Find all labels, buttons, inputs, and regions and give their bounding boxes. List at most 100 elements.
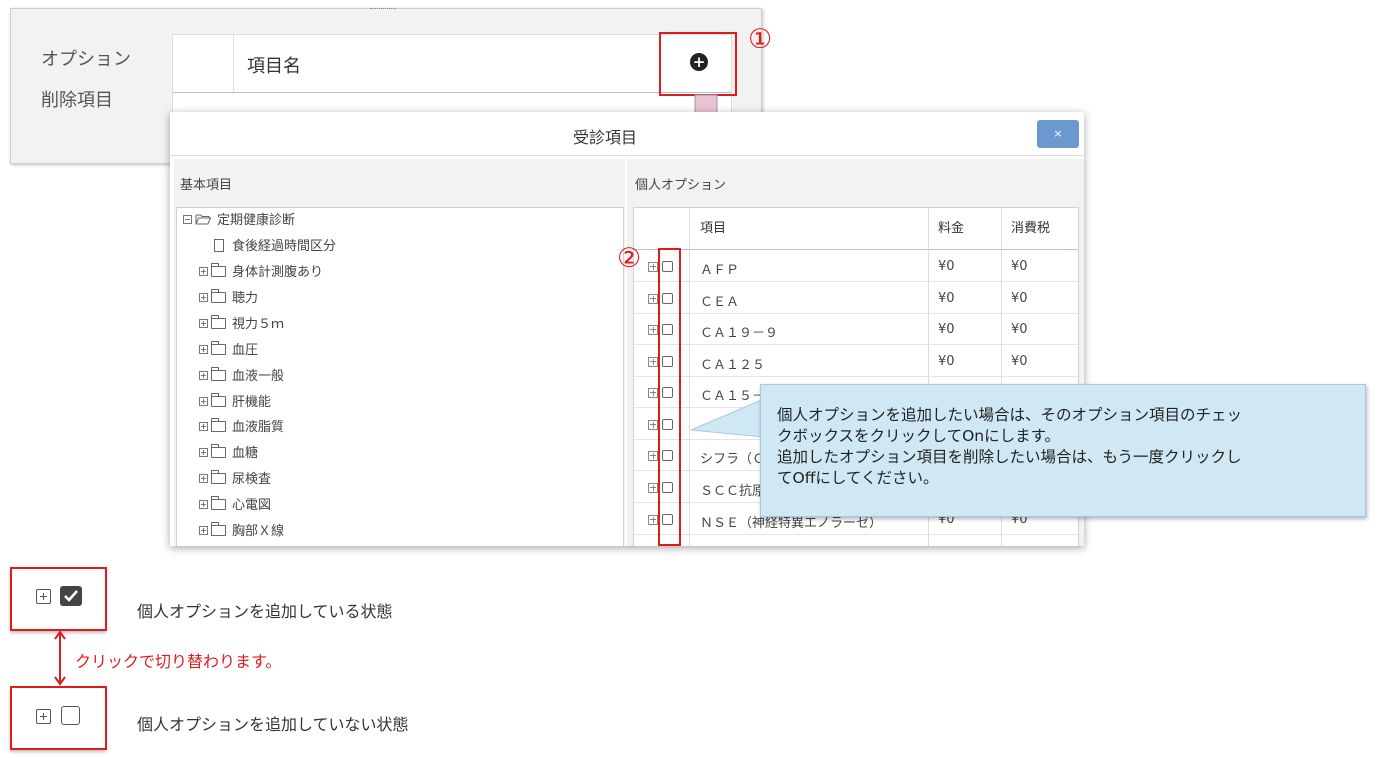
help-callout: 個人オプションを追加したい場合は、そのオプション項目のチェッ クボックスをクリッ… — [760, 384, 1366, 517]
option-fee: ¥0 — [938, 259, 955, 274]
expand-icon[interactable] — [199, 397, 208, 406]
annotation-box-2 — [658, 248, 681, 546]
callout-join — [761, 405, 763, 433]
option-item: ＡＦＰ — [700, 263, 740, 278]
folder-icon — [211, 263, 226, 277]
option-item: ＣＡ１９－９ — [700, 326, 779, 341]
folder-icon — [211, 393, 226, 407]
help-callout-text: 個人オプションを追加したい場合は、そのオプション項目のチェッ クボックスをクリッ… — [777, 405, 1352, 489]
unchecked-state-label: 個人オプションを追加していない状態 — [137, 715, 409, 734]
annotation-box-1 — [659, 32, 737, 96]
tree-node[interactable]: 身体計測腹あり — [199, 263, 323, 283]
option-item: ＣＥＡ — [700, 295, 740, 310]
option-item: ＣＡ１２５ — [700, 358, 766, 373]
tree-node[interactable]: 食後経過時間区分 — [214, 237, 336, 257]
expand-icon[interactable] — [199, 319, 208, 328]
tree-node-label: 定期健康診断 — [217, 213, 296, 228]
tree-node-label: 尿検査 — [232, 472, 272, 487]
table-header-divider — [173, 92, 731, 93]
help-text-line: てOffにしてください。 — [777, 469, 939, 487]
folder-icon — [211, 470, 226, 484]
option-tax: ¥0 — [1011, 354, 1028, 369]
close-icon: × — [1053, 127, 1063, 140]
annotation-box-checked — [10, 567, 107, 631]
table-row: ＣＡ１２５ ¥0 ¥0 — [634, 346, 1078, 377]
basic-items-label: 基本項目 — [180, 178, 233, 193]
option-tax: ¥0 — [1011, 291, 1028, 306]
expand-icon[interactable] — [199, 345, 208, 354]
callout-pointer — [690, 398, 764, 438]
help-text-line: クボックスをクリックしてOnにします。 — [777, 427, 1061, 445]
tree-node[interactable]: 聴力 — [199, 289, 258, 309]
collapse-icon[interactable] — [183, 215, 192, 224]
folder-icon — [211, 341, 226, 355]
expand-icon[interactable] — [199, 474, 208, 483]
expand-icon[interactable] — [199, 293, 208, 302]
double-arrow-icon — [54, 630, 66, 686]
dialog-title: 受診項目 — [572, 128, 637, 147]
tree-node[interactable]: 胸部Ｘ線 — [199, 522, 284, 542]
expand-icon[interactable] — [648, 325, 658, 335]
tree-node-label: 食後経過時間区分 — [232, 239, 337, 254]
table-row: ＣＡ１９－９ ¥0 ¥0 — [634, 314, 1078, 345]
folder-icon — [211, 367, 226, 381]
expand-icon[interactable] — [648, 515, 658, 525]
tree-node[interactable]: 肝機能 — [199, 393, 271, 413]
folder-icon — [211, 315, 226, 329]
option-item: シフラ（Ｃ — [700, 452, 766, 467]
expand-icon[interactable] — [648, 262, 658, 272]
column-header-fee: 料金 — [938, 208, 965, 250]
tree-node-label: 視力５ｍ — [232, 317, 285, 332]
expand-icon[interactable] — [199, 267, 208, 276]
expand-icon[interactable] — [648, 483, 658, 493]
expand-icon[interactable] — [648, 388, 658, 398]
table-row: ＣＥＡ ¥0 ¥0 — [634, 283, 1078, 314]
file-icon — [214, 239, 224, 252]
folder-icon — [211, 418, 226, 432]
personal-options-label: 個人オプション — [635, 178, 727, 193]
tree-node-label: 血糖 — [232, 446, 259, 461]
tree-node-label: 聴力 — [232, 291, 259, 306]
expand-icon[interactable] — [648, 294, 658, 304]
folder-icon — [211, 289, 226, 303]
tree-node-label: 胸部Ｘ線 — [232, 524, 285, 539]
tree-node[interactable]: 血圧 — [199, 341, 258, 361]
expand-icon[interactable] — [648, 451, 658, 461]
option-label: オプション — [41, 49, 131, 70]
help-text-line: 個人オプションを追加したい場合は、そのオプション項目のチェッ — [777, 406, 1243, 424]
expand-icon[interactable] — [199, 448, 208, 457]
expand-icon[interactable] — [199, 422, 208, 431]
close-button[interactable]: × — [1037, 120, 1079, 148]
folder-icon — [211, 522, 226, 536]
column-header-item: 項目 — [700, 208, 727, 250]
annotation-box-unchecked — [10, 686, 107, 750]
expand-icon[interactable] — [199, 500, 208, 509]
expand-icon[interactable] — [648, 357, 658, 367]
tree-node[interactable]: 尿検査 — [199, 470, 271, 490]
help-text-line: 追加したオプション項目を削除したい場合は、もう一度クリックし — [777, 448, 1242, 466]
tree-node-label: 血圧 — [232, 343, 259, 358]
tree-node[interactable]: 心電図 — [199, 496, 271, 516]
tree-node-root[interactable]: 定期健康診断 — [183, 211, 295, 231]
tree-node[interactable]: 視力５ｍ — [199, 315, 284, 335]
expand-icon[interactable] — [199, 526, 208, 535]
tree-node-label: 肝機能 — [232, 395, 272, 410]
option-tax: ¥0 — [1011, 259, 1028, 274]
expand-icon[interactable] — [199, 371, 208, 380]
folder-open-icon — [195, 214, 211, 225]
expand-icon[interactable] — [648, 420, 658, 430]
table-row: ＡＦＰ ¥0 ¥0 — [634, 251, 1078, 282]
tree-node-label: 身体計測腹あり — [232, 265, 324, 280]
delete-item-label: 削除項目 — [41, 90, 113, 111]
tree-node-label: 血液脂質 — [232, 420, 285, 435]
folder-icon — [211, 496, 226, 510]
option-tax: ¥0 — [1011, 322, 1028, 337]
tree-node[interactable]: 血液脂質 — [199, 418, 284, 438]
tree-node-label: 血液一般 — [232, 369, 285, 384]
option-fee: ¥0 — [938, 322, 955, 337]
annotation-marker-2: ② — [617, 243, 642, 274]
tree-node[interactable]: 血糖 — [199, 444, 258, 464]
option-fee: ¥0 — [938, 354, 955, 369]
tree-node[interactable]: 血液一般 — [199, 367, 284, 387]
resize-grip[interactable] — [370, 8, 396, 11]
